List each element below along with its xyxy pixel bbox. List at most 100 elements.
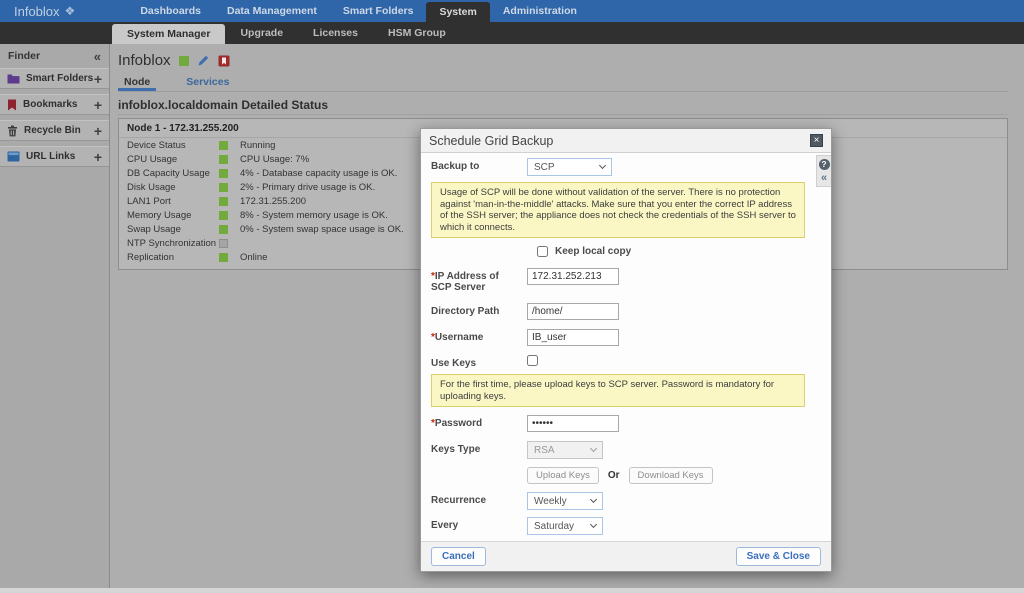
- tab-upgrade[interactable]: Upgrade: [225, 22, 298, 44]
- status-label: Replication: [127, 252, 219, 263]
- scp-warning-banner: Usage of SCP will be done without valida…: [431, 182, 805, 238]
- nav-item-smart-folders[interactable]: Smart Folders: [330, 0, 427, 22]
- infoblox-logo-mark-icon: ❖: [65, 4, 76, 18]
- status-square-icon: [219, 183, 228, 192]
- tab-system-manager[interactable]: System Manager: [112, 24, 225, 44]
- dialog-help-tab: ? «: [816, 155, 831, 187]
- chevron-down-icon: [590, 521, 597, 528]
- status-value: 8% - System memory usage is OK.: [240, 210, 388, 221]
- sidebar-item-label: Smart Folders: [26, 73, 94, 84]
- edit-pencil-icon[interactable]: [197, 54, 210, 67]
- chevron-down-icon: [599, 162, 606, 169]
- cancel-button[interactable]: Cancel: [431, 547, 486, 566]
- chevron-down-icon: [590, 445, 597, 452]
- nav-item-system[interactable]: System: [426, 2, 489, 22]
- bookmark-icon: [7, 99, 17, 111]
- chevron-down-icon: [590, 496, 597, 503]
- grid-status-icon: [179, 56, 189, 66]
- password-label: *Password: [431, 415, 519, 429]
- sidebar-item-recycle-bin[interactable]: Recycle Bin +: [0, 120, 109, 141]
- schedule-grid-backup-dialog: Schedule Grid Backup × ? « Backup to SCP…: [420, 128, 832, 572]
- tab-hsm-group[interactable]: HSM Group: [373, 22, 461, 44]
- password-field[interactable]: [527, 415, 619, 432]
- keep-local-copy-label: Keep local copy: [555, 246, 631, 257]
- finder-sidebar: Finder « Smart Folders + Bookmarks + Rec…: [0, 44, 110, 588]
- tab-node[interactable]: Node: [118, 76, 156, 91]
- every-select[interactable]: Saturday: [527, 517, 603, 535]
- dialog-body: ? « Backup to SCP Usage of SCP will be d…: [421, 153, 831, 541]
- status-label: CPU Usage: [127, 154, 219, 165]
- dialog-footer: Cancel Save & Close: [421, 541, 831, 571]
- collapse-help-icon[interactable]: «: [821, 173, 827, 183]
- keep-local-copy-checkbox[interactable]: [537, 246, 548, 257]
- bottom-strip: [0, 588, 1024, 593]
- heading-separator: [118, 114, 1008, 115]
- directory-path-field[interactable]: [527, 303, 619, 320]
- upload-keys-button[interactable]: Upload Keys: [527, 467, 599, 484]
- every-label: Every: [431, 517, 519, 531]
- infoblox-logo: Infoblox ❖: [14, 0, 75, 22]
- tab-services[interactable]: Services: [180, 76, 235, 91]
- backup-to-select[interactable]: SCP: [527, 158, 612, 176]
- status-value: 0% - System swap space usage is OK.: [240, 224, 404, 235]
- status-label: Device Status: [127, 140, 219, 151]
- backup-to-label: Backup to: [431, 158, 519, 172]
- trash-icon: [7, 125, 18, 137]
- status-label: Swap Usage: [127, 224, 219, 235]
- sidebar-item-label: URL Links: [26, 151, 94, 162]
- status-square-icon: [219, 169, 228, 178]
- sidebar-item-label: Recycle Bin: [24, 125, 94, 136]
- every-value: Saturday: [534, 521, 574, 532]
- use-keys-label: Use Keys: [431, 355, 519, 369]
- nav-item-dashboards[interactable]: Dashboards: [127, 0, 214, 22]
- url-links-icon: [7, 151, 20, 162]
- status-square-icon: [219, 141, 228, 150]
- save-and-close-button[interactable]: Save & Close: [736, 547, 821, 566]
- download-keys-button[interactable]: Download Keys: [629, 467, 713, 484]
- or-label: Or: [608, 470, 620, 481]
- status-value: Online: [240, 252, 267, 263]
- sidebar-item-smart-folders[interactable]: Smart Folders +: [0, 68, 109, 89]
- ip-address-field[interactable]: [527, 268, 619, 285]
- status-value: 2% - Primary drive usage is OK.: [240, 182, 375, 193]
- top-navbar: Infoblox ❖ Dashboards Data Management Sm…: [0, 0, 1024, 22]
- dialog-header[interactable]: Schedule Grid Backup ×: [421, 129, 831, 153]
- sub-nav-items: System Manager Upgrade Licenses HSM Grou…: [112, 22, 461, 44]
- add-url-link-icon[interactable]: +: [94, 149, 102, 165]
- add-bookmark-icon[interactable]: [218, 55, 230, 67]
- username-label: *Username: [431, 329, 519, 343]
- nav-item-data-management[interactable]: Data Management: [214, 0, 330, 22]
- status-label: NTP Synchronization: [127, 238, 219, 249]
- nav-item-administration[interactable]: Administration: [490, 0, 590, 22]
- add-recycle-icon[interactable]: +: [94, 123, 102, 139]
- top-nav-items: Dashboards Data Management Smart Folders…: [127, 0, 590, 22]
- collapse-sidebar-icon[interactable]: «: [94, 49, 101, 64]
- directory-path-label: Directory Path: [431, 303, 519, 317]
- keys-type-label: Keys Type: [431, 441, 519, 455]
- finder-label: Finder: [8, 50, 40, 62]
- add-smart-folder-icon[interactable]: +: [94, 71, 102, 87]
- username-field[interactable]: [527, 329, 619, 346]
- help-icon[interactable]: ?: [819, 159, 830, 170]
- close-icon[interactable]: ×: [810, 134, 823, 147]
- folder-icon: [7, 73, 20, 84]
- recurrence-label: Recurrence: [431, 492, 519, 506]
- status-square-icon: [219, 211, 228, 220]
- status-label: DB Capacity Usage: [127, 168, 219, 179]
- recurrence-select[interactable]: Weekly: [527, 492, 603, 510]
- sidebar-item-url-links[interactable]: URL Links +: [0, 146, 109, 167]
- status-label: Disk Usage: [127, 182, 219, 193]
- add-bookmark-icon[interactable]: +: [94, 97, 102, 113]
- keys-warning-banner: For the first time, please upload keys t…: [431, 374, 805, 407]
- status-square-icon: [219, 225, 228, 234]
- status-square-icon: [219, 155, 228, 164]
- keys-type-value: RSA: [534, 445, 555, 456]
- finder-header: Finder «: [0, 44, 109, 68]
- status-label: LAN1 Port: [127, 196, 219, 207]
- tab-licenses[interactable]: Licenses: [298, 22, 373, 44]
- use-keys-checkbox[interactable]: [527, 355, 538, 366]
- sidebar-item-bookmarks[interactable]: Bookmarks +: [0, 94, 109, 115]
- ip-address-label: *IP Address of SCP Server: [431, 268, 519, 293]
- status-square-icon: [219, 239, 228, 248]
- app-root: Infoblox ❖ Dashboards Data Management Sm…: [0, 0, 1024, 593]
